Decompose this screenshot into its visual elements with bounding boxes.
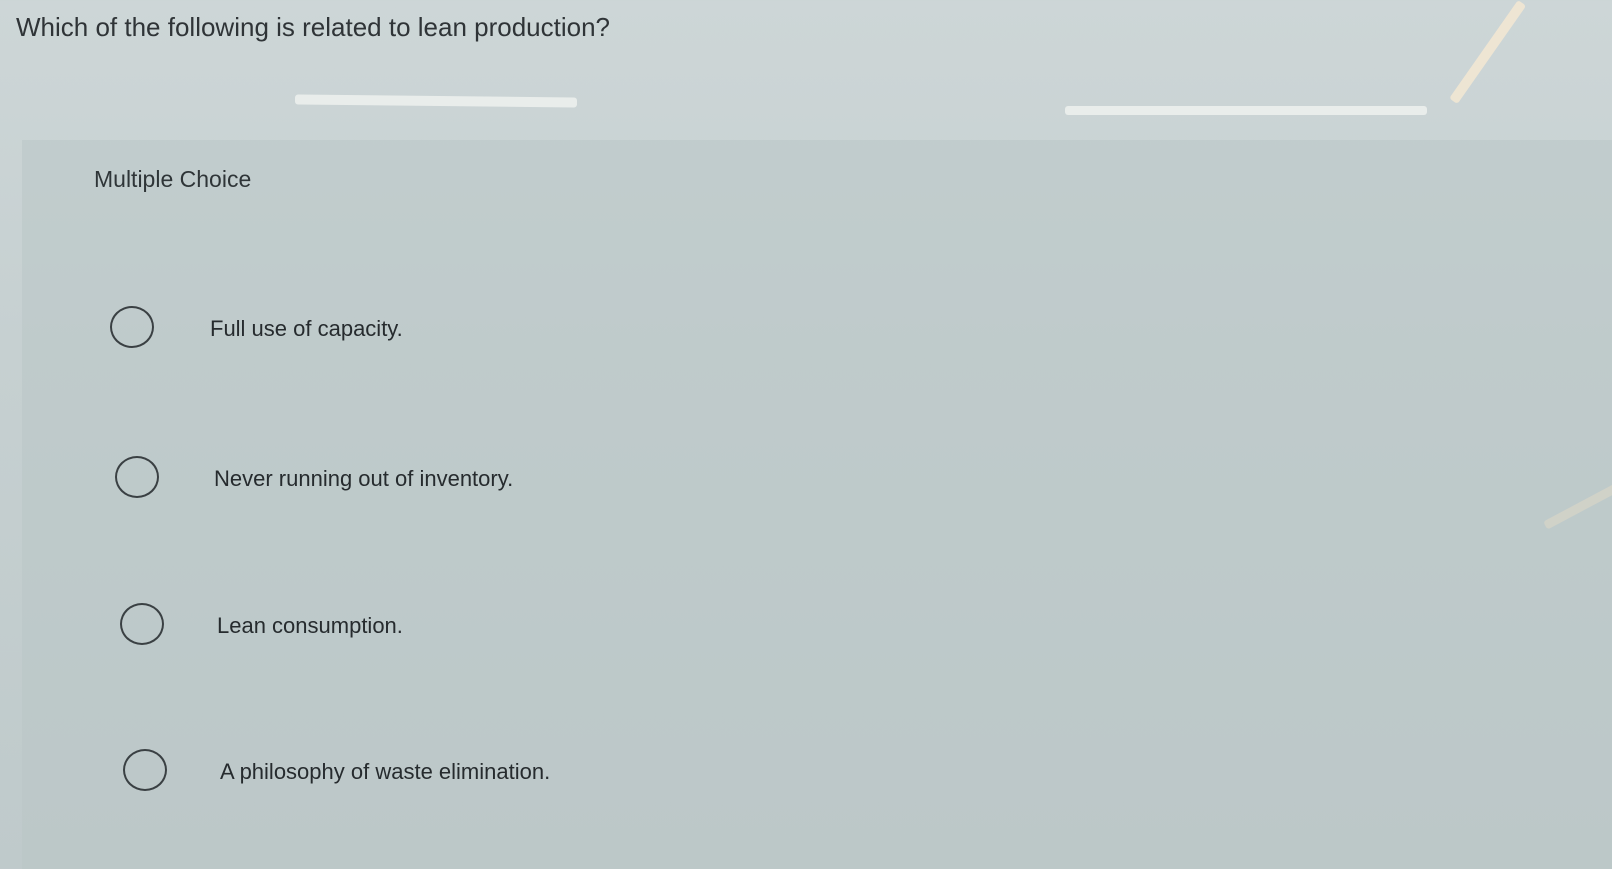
choice-option-2[interactable]: Never running out of inventory.: [115, 456, 1515, 516]
radio-button-icon[interactable]: [123, 749, 167, 791]
question-text: Which of the following is related to lea…: [16, 12, 611, 42]
choice-option-4[interactable]: A philosophy of waste elimination.: [123, 749, 1523, 809]
radio-button-icon[interactable]: [115, 456, 159, 498]
choice-option-3[interactable]: Lean consumption.: [120, 603, 1520, 663]
radio-button-icon[interactable]: [120, 603, 164, 645]
choice-label: Lean consumption.: [217, 613, 403, 638]
radio-button-icon[interactable]: [110, 306, 154, 348]
choice-label: A philosophy of waste elimination.: [220, 759, 551, 784]
choice-option-1[interactable]: Full use of capacity.: [110, 306, 1510, 366]
screen-glare: [294, 94, 578, 108]
choice-label: Full use of capacity.: [210, 316, 403, 341]
choice-label: Never running out of inventory.: [214, 466, 514, 491]
screen-glare: [1449, 0, 1527, 105]
screen-glare: [1065, 106, 1427, 115]
multiple-choice-label: Multiple Choice: [94, 166, 252, 192]
